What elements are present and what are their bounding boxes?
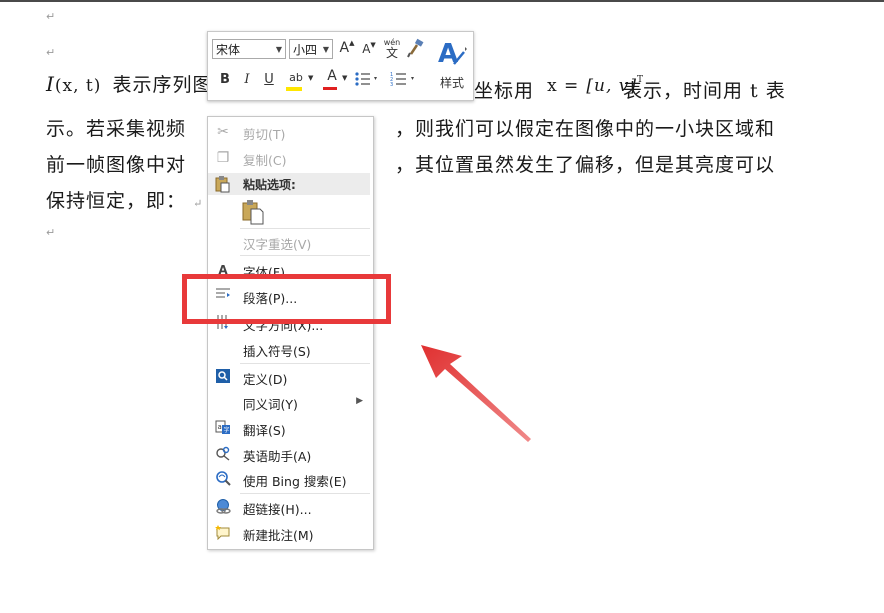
annotation-arrow	[421, 345, 531, 442]
annotation-arrow-shape	[421, 345, 531, 442]
